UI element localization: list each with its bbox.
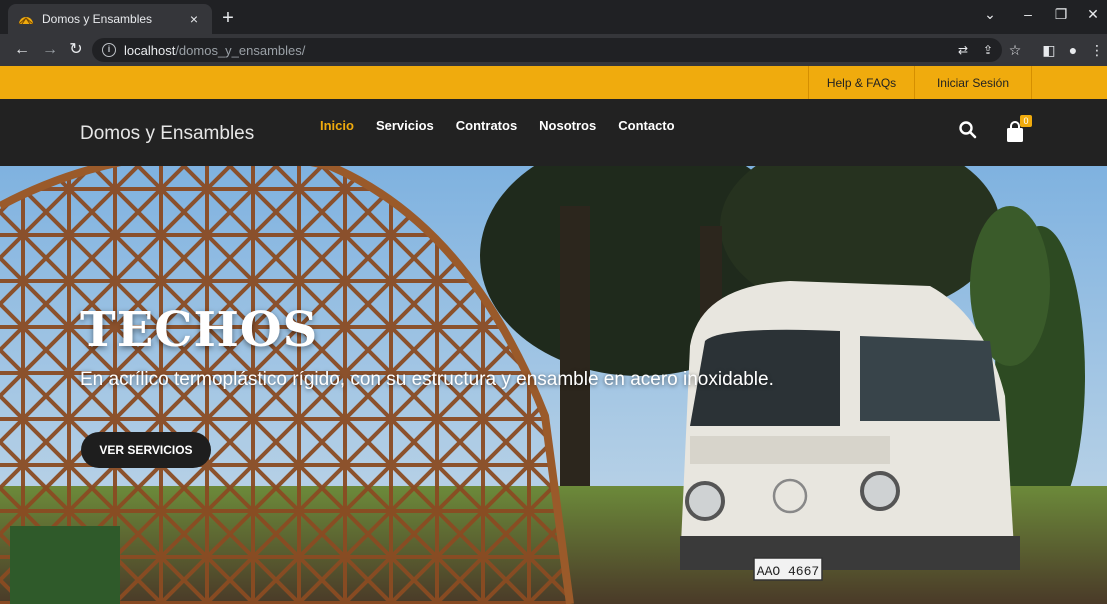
- close-window-icon[interactable]: ✕: [1083, 6, 1103, 23]
- hero-title: TECHOS: [80, 302, 319, 358]
- tab-close-icon[interactable]: ×: [186, 11, 202, 27]
- url-path: /domos_y_ensambles/: [175, 42, 306, 58]
- hero-banner: AAO 4667 TECHOS En acrílico termoplástic…: [0, 166, 1107, 604]
- browser-menu-icon[interactable]: ⋮: [1088, 42, 1106, 58]
- reload-icon[interactable]: ↻: [66, 40, 86, 60]
- hero-subtitle: En acrílico termoplástico rígido, con su…: [80, 369, 774, 390]
- profile-icon[interactable]: ●: [1064, 42, 1082, 58]
- back-arrow-icon[interactable]: ←: [12, 40, 32, 60]
- ver-servicios-button[interactable]: VER SERVICIOS: [81, 432, 211, 468]
- address-bar[interactable]: i localhost /domos_y_ensambles/: [92, 38, 1002, 62]
- url-host: localhost: [124, 42, 176, 58]
- site-header: Domos y Ensambles Inicio Servicios Contr…: [0, 99, 1107, 166]
- dome-favicon-icon: [18, 17, 34, 25]
- new-tab-button[interactable]: +: [218, 8, 238, 28]
- menu-item-servicios[interactable]: Servicios: [376, 118, 434, 133]
- bookmark-star-icon[interactable]: ☆: [1006, 42, 1024, 58]
- forward-arrow-icon[interactable]: →: [40, 40, 60, 60]
- menu-item-nosotros[interactable]: Nosotros: [539, 118, 596, 133]
- license-plate-text: AAO 4667: [757, 564, 819, 579]
- site-logo[interactable]: Domos y Ensambles: [80, 123, 254, 145]
- site-info-icon[interactable]: i: [102, 43, 116, 57]
- translate-icon[interactable]: ⇄: [954, 42, 972, 58]
- browser-toolbar: ← → ↻ i localhost /domos_y_ensambles/ ⇄ …: [0, 34, 1107, 66]
- minimize-icon[interactable]: –: [1018, 6, 1038, 22]
- main-menu: Inicio Servicios Contratos Nosotros Cont…: [320, 118, 675, 133]
- restore-icon[interactable]: ❐: [1051, 6, 1071, 23]
- menu-item-contacto[interactable]: Contacto: [618, 118, 674, 133]
- site-topbar: Help & FAQs Iniciar Sesión: [0, 66, 1107, 99]
- side-panel-icon[interactable]: ◧: [1040, 42, 1058, 58]
- menu-item-inicio[interactable]: Inicio: [320, 118, 354, 133]
- share-icon[interactable]: ⇪: [979, 42, 997, 58]
- menu-item-contratos[interactable]: Contratos: [456, 118, 517, 133]
- tab-search-chevron-icon[interactable]: ⌄: [980, 6, 1000, 23]
- search-icon[interactable]: [958, 120, 978, 140]
- browser-tab[interactable]: Domos y Ensambles ×: [8, 4, 212, 34]
- help-faqs-link[interactable]: Help & FAQs: [808, 66, 914, 99]
- browser-titlebar: Domos y Ensambles × + ⌄ – ❐ ✕: [0, 0, 1107, 34]
- cart-count-badge: 0: [1020, 115, 1032, 127]
- tab-title: Domos y Ensambles: [42, 12, 153, 26]
- login-link[interactable]: Iniciar Sesión: [914, 66, 1032, 99]
